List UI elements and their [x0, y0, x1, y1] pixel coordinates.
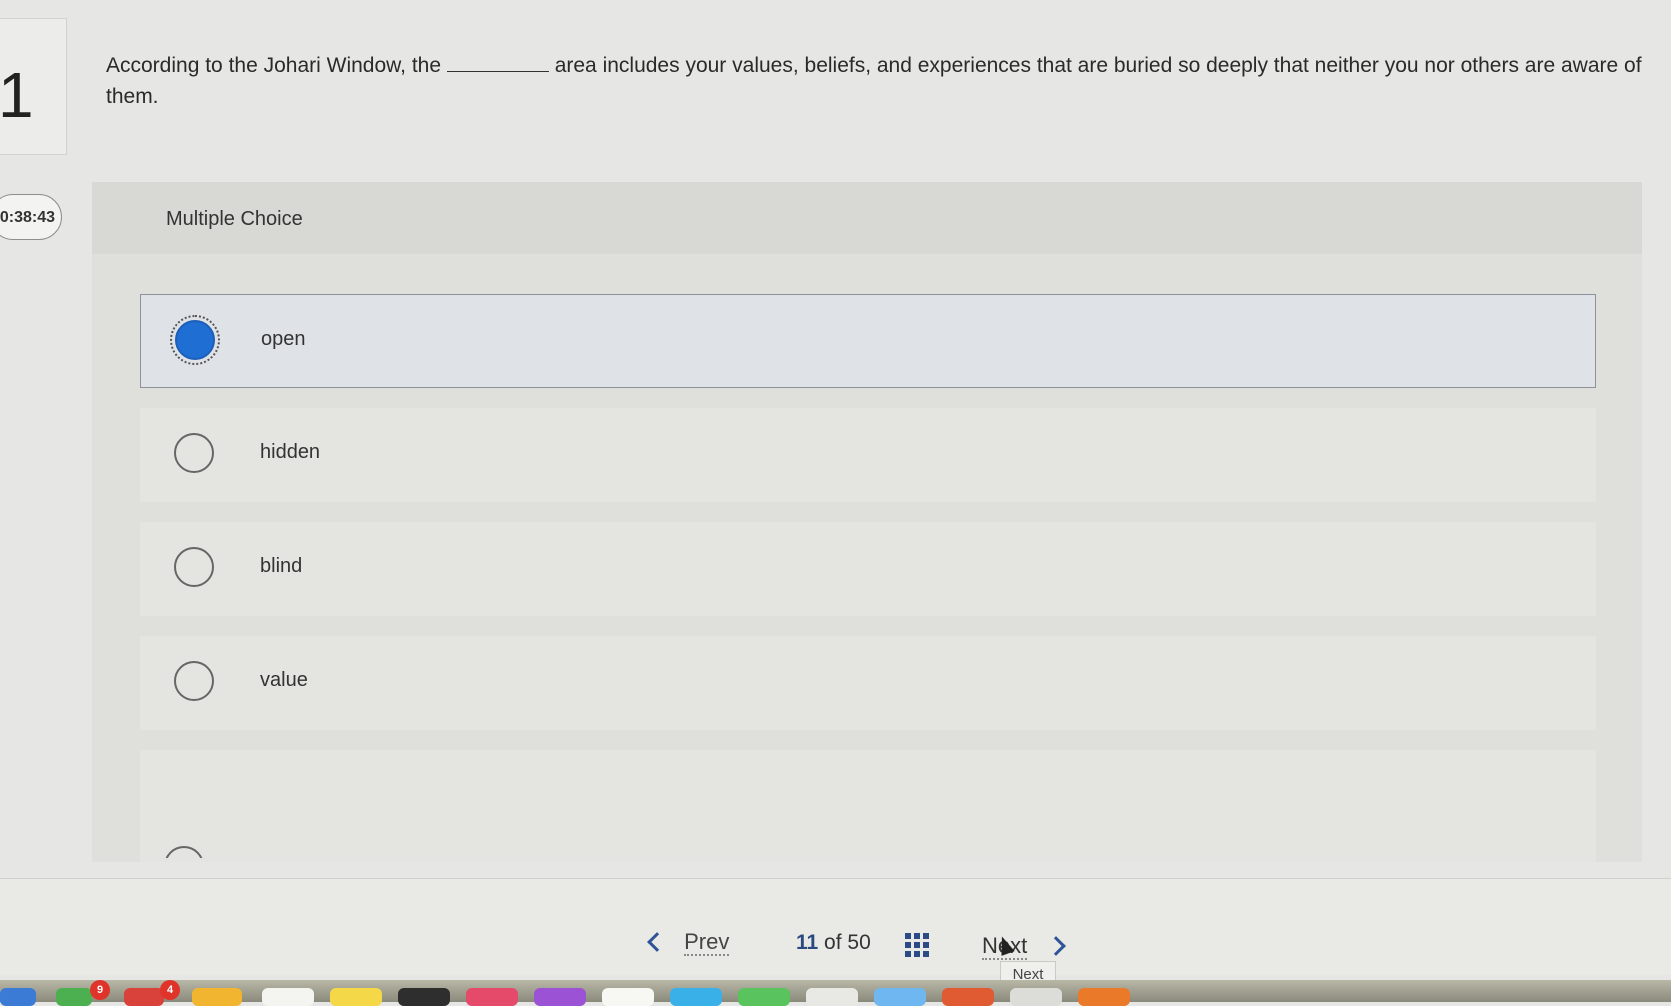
taskbar-dock: 9 4 — [0, 980, 1671, 1006]
radio-selected-icon[interactable] — [170, 315, 220, 365]
question-grid-icon[interactable] — [905, 933, 929, 957]
question-number: 1 — [0, 59, 34, 131]
facetime-icon[interactable] — [738, 988, 790, 1006]
of-label: of — [824, 931, 842, 954]
notes-icon[interactable] — [262, 988, 314, 1006]
photos-icon[interactable] — [192, 988, 242, 1006]
option-label: hidden — [260, 441, 321, 463]
answer-panel: Multiple Choice open hidden blind value — [92, 182, 1642, 862]
question-number-box: 1 — [0, 18, 67, 155]
radio-icon[interactable] — [174, 661, 214, 701]
question-blank — [446, 53, 549, 72]
question-prompt: According to the Johari Window, the area… — [106, 50, 1646, 112]
option-label: value — [260, 669, 308, 691]
podcasts-icon[interactable] — [534, 988, 586, 1006]
navigation-footer: Prev 11 of 50 Next Next — [0, 878, 1671, 989]
notification-badge: 4 — [160, 980, 180, 1000]
total-pages: 50 — [847, 931, 871, 954]
panel-header: Multiple Choice — [92, 182, 1642, 254]
radio-icon[interactable] — [174, 547, 214, 587]
stickies-icon[interactable] — [330, 988, 382, 1006]
timer-badge: 0:38:43 — [0, 194, 62, 240]
chevron-left-icon — [647, 932, 667, 952]
messages-icon[interactable] — [56, 988, 92, 1006]
prev-label: Prev — [684, 929, 730, 956]
option-partially-hidden[interactable] — [140, 750, 1596, 862]
next-button[interactable]: Next — [982, 933, 1067, 960]
radio-icon[interactable] — [174, 433, 214, 473]
terminal-icon[interactable] — [398, 988, 450, 1006]
option-label: open — [261, 328, 306, 350]
question-type-label: Multiple Choice — [166, 208, 303, 230]
safari-icon[interactable] — [874, 988, 926, 1006]
music-icon[interactable] — [466, 988, 518, 1006]
page-counter: 11 of 50 — [796, 931, 871, 955]
current-page: 11 — [796, 931, 819, 954]
option-open[interactable]: open — [140, 294, 1596, 388]
option-hidden[interactable]: hidden — [140, 408, 1596, 502]
app-store-icon[interactable] — [670, 988, 722, 1006]
settings-icon[interactable] — [806, 988, 858, 1006]
finder-icon[interactable] — [0, 988, 36, 1006]
prev-button[interactable]: Prev — [647, 929, 730, 956]
option-value[interactable]: value — [140, 636, 1596, 730]
option-blind[interactable]: blind — [140, 522, 1596, 616]
calendar-icon[interactable] — [602, 988, 654, 1006]
notification-badge: 9 — [90, 980, 110, 1000]
app-icon[interactable] — [1078, 988, 1130, 1006]
app-icon[interactable] — [942, 988, 994, 1006]
question-text-before: According to the Johari Window, the — [106, 54, 442, 77]
chevron-right-icon — [1046, 936, 1067, 956]
mail-icon[interactable] — [124, 988, 164, 1006]
option-label: blind — [260, 555, 303, 577]
app-icon[interactable] — [1010, 988, 1062, 1006]
